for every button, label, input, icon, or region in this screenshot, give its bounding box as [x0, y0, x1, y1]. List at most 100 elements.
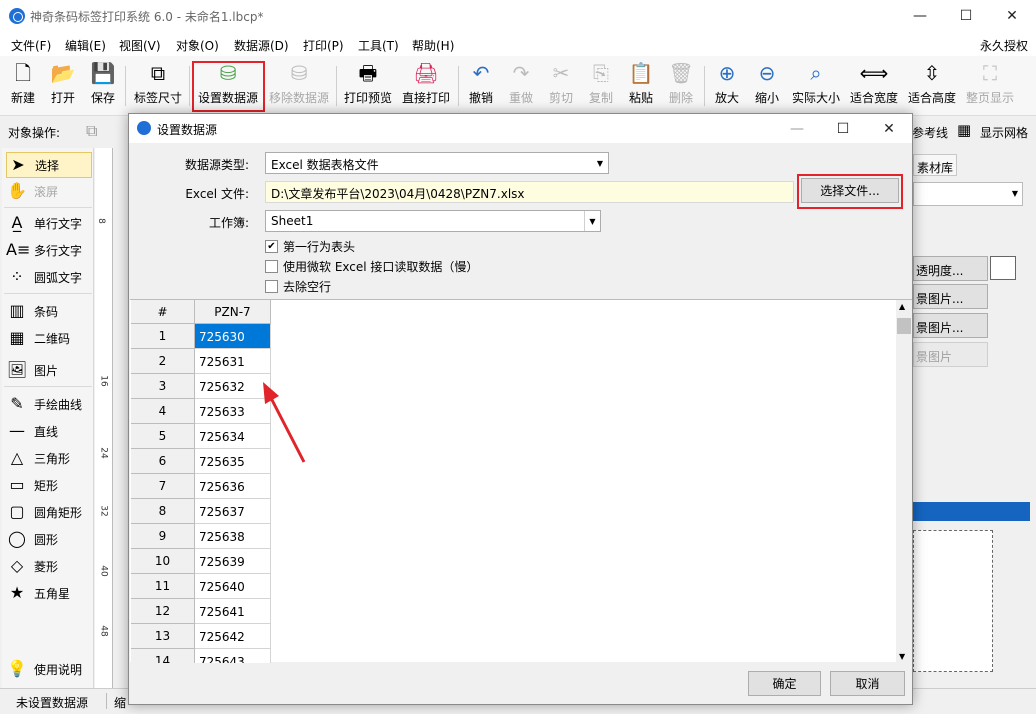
full-page-button[interactable]: ⛶ 整页显示: [964, 60, 1016, 114]
direct-print-button[interactable]: 🖨 直接打印: [400, 60, 452, 114]
tool-multi-line-text[interactable]: A≡ 多行文字: [6, 237, 92, 263]
redo-button[interactable]: ↷ 重做: [506, 60, 536, 114]
column-header-index[interactable]: #: [131, 300, 195, 324]
row-header[interactable]: 6: [131, 449, 195, 474]
undo-button[interactable]: ↶ 撤销: [466, 60, 496, 114]
remove-empty-rows-checkbox[interactable]: 去除空行: [265, 278, 331, 295]
grid-cell[interactable]: 725630: [195, 324, 271, 349]
cancel-button[interactable]: 取消: [830, 671, 905, 696]
new-button[interactable]: 🗋 新建: [8, 60, 38, 114]
tool-qrcode[interactable]: ▦ 二维码: [6, 325, 92, 351]
help-button[interactable]: 💡 使用说明: [6, 656, 92, 682]
grid-cell[interactable]: 725641: [195, 599, 271, 624]
dialog-close-button[interactable]: ✕: [866, 114, 912, 143]
source-type-select[interactable]: Excel 数据表格文件 ▼: [265, 152, 609, 174]
checkbox-box: [265, 260, 278, 273]
row-header[interactable]: 14: [131, 649, 195, 663]
tool-triangle[interactable]: △ 三角形: [6, 445, 92, 471]
grid-cell[interactable]: 725631: [195, 349, 271, 374]
minimize-button[interactable]: —: [897, 0, 943, 32]
tool-single-line-text[interactable]: A̲ 单行文字: [6, 210, 92, 236]
dialog-minimize-button[interactable]: —: [774, 114, 820, 143]
actual-size-button[interactable]: ⌕ 实际大小: [790, 60, 842, 114]
tool-diamond[interactable]: ◇ 菱形: [6, 553, 92, 579]
column-header-pzn7[interactable]: PZN-7: [195, 300, 271, 324]
grid-cell[interactable]: 725638: [195, 524, 271, 549]
property-dropdown[interactable]: ▼: [913, 182, 1023, 206]
tool-line[interactable]: — 直线: [6, 418, 92, 444]
tool-image[interactable]: 🖼 图片: [6, 357, 92, 383]
chevron-down-icon[interactable]: ▼: [899, 652, 905, 661]
row-header[interactable]: 7: [131, 474, 195, 499]
grid-cell[interactable]: 725642: [195, 624, 271, 649]
copy-button[interactable]: ⎘ 复制: [586, 60, 616, 114]
tool-scroll[interactable]: ✋ 滚屏: [6, 178, 92, 204]
menu-edit[interactable]: 编辑(E): [65, 37, 106, 54]
chevron-up-icon[interactable]: ▲: [899, 302, 905, 311]
color-swatch[interactable]: [990, 256, 1016, 280]
tool-freehand[interactable]: ✎ 手绘曲线: [6, 391, 92, 417]
vertical-scrollbar[interactable]: ▲ ▼: [896, 300, 912, 663]
menu-tools[interactable]: 工具(T): [358, 37, 399, 54]
cut-button[interactable]: ✂ 剪切: [546, 60, 576, 114]
tool-arc-text[interactable]: ⁘ 圆弧文字: [6, 264, 92, 290]
paste-button[interactable]: 📋 粘贴: [626, 60, 656, 114]
menu-print[interactable]: 打印(P): [303, 37, 344, 54]
show-grid-toggle[interactable]: 显示网格: [980, 124, 1028, 141]
zoom-in-button[interactable]: ⊕ 放大: [712, 60, 742, 114]
row-header[interactable]: 12: [131, 599, 195, 624]
dialog-maximize-button[interactable]: ☐: [820, 114, 866, 143]
bg-image-button-3[interactable]: 景图片: [913, 342, 988, 367]
tab-material-library[interactable]: 素材库: [913, 154, 957, 176]
grid-cell[interactable]: 725636: [195, 474, 271, 499]
tool-select[interactable]: ➤ 选择: [6, 152, 92, 178]
label-size-button[interactable]: ⧉ 标签尺寸: [132, 60, 184, 114]
maximize-button[interactable]: ☐: [943, 0, 989, 32]
zoom-out-button[interactable]: ⊖ 缩小: [752, 60, 782, 114]
transparency-button[interactable]: 透明度...: [913, 256, 988, 281]
menu-file[interactable]: 文件(F): [11, 37, 51, 54]
bg-image-button-2[interactable]: 景图片...: [913, 313, 988, 338]
menu-view[interactable]: 视图(V): [119, 37, 161, 54]
row-header[interactable]: 2: [131, 349, 195, 374]
use-ms-excel-checkbox[interactable]: 使用微软 Excel 接口读取数据（慢）: [265, 258, 478, 275]
grid-cell[interactable]: 725643: [195, 649, 271, 663]
row-header[interactable]: 8: [131, 499, 195, 524]
tool-circle[interactable]: ◯ 圆形: [6, 526, 92, 552]
scroll-thumb[interactable]: [897, 318, 911, 334]
menu-object[interactable]: 对象(O): [176, 37, 219, 54]
row-header[interactable]: 5: [131, 424, 195, 449]
open-button[interactable]: 📂 打开: [48, 60, 78, 114]
fit-width-button[interactable]: ⟺ 适合宽度: [848, 60, 900, 114]
row-header[interactable]: 10: [131, 549, 195, 574]
grid-cell[interactable]: 725640: [195, 574, 271, 599]
tool-barcode[interactable]: ▥ 条码: [6, 298, 92, 324]
tool-rounded-rectangle[interactable]: ▢ 圆角矩形: [6, 499, 92, 525]
ok-button[interactable]: 确定: [748, 671, 821, 696]
row-header[interactable]: 13: [131, 624, 195, 649]
data-preview-grid[interactable]: # PZN-7 1 725630 2 725631 3 725632 4 725633 5 725…: [130, 299, 912, 663]
ref-line-toggle[interactable]: 参考线: [912, 124, 948, 141]
layers-icon: ⧉: [86, 121, 98, 140]
remove-datasource-button[interactable]: ⛁ 移除数据源: [266, 60, 332, 114]
workbook-select[interactable]: Sheet1 ▼: [265, 210, 601, 232]
menu-datasource[interactable]: 数据源(D): [234, 37, 289, 54]
row-header[interactable]: 1: [131, 324, 195, 349]
row-header[interactable]: 4: [131, 399, 195, 424]
first-row-header-checkbox[interactable]: ✔ 第一行为表头: [265, 238, 355, 255]
row-header[interactable]: 9: [131, 524, 195, 549]
grid-cell[interactable]: 725637: [195, 499, 271, 524]
row-header[interactable]: 3: [131, 374, 195, 399]
grid-cell[interactable]: 725639: [195, 549, 271, 574]
close-button[interactable]: ✕: [989, 0, 1035, 32]
fit-height-button[interactable]: ⇳ 适合高度: [906, 60, 958, 114]
delete-button[interactable]: 🗑 删除: [666, 60, 696, 114]
bg-image-button-1[interactable]: 景图片...: [913, 284, 988, 309]
tool-star[interactable]: ★ 五角星: [6, 580, 92, 606]
menu-help[interactable]: 帮助(H): [412, 37, 454, 54]
print-preview-button[interactable]: 🖶 打印预览: [342, 60, 394, 114]
excel-file-path-field[interactable]: D:\文章发布平台\2023\04月\0428\PZN7.xlsx: [265, 181, 794, 203]
row-header[interactable]: 11: [131, 574, 195, 599]
tool-rectangle[interactable]: ▭ 矩形: [6, 472, 92, 498]
save-button[interactable]: 💾 保存: [88, 60, 118, 114]
